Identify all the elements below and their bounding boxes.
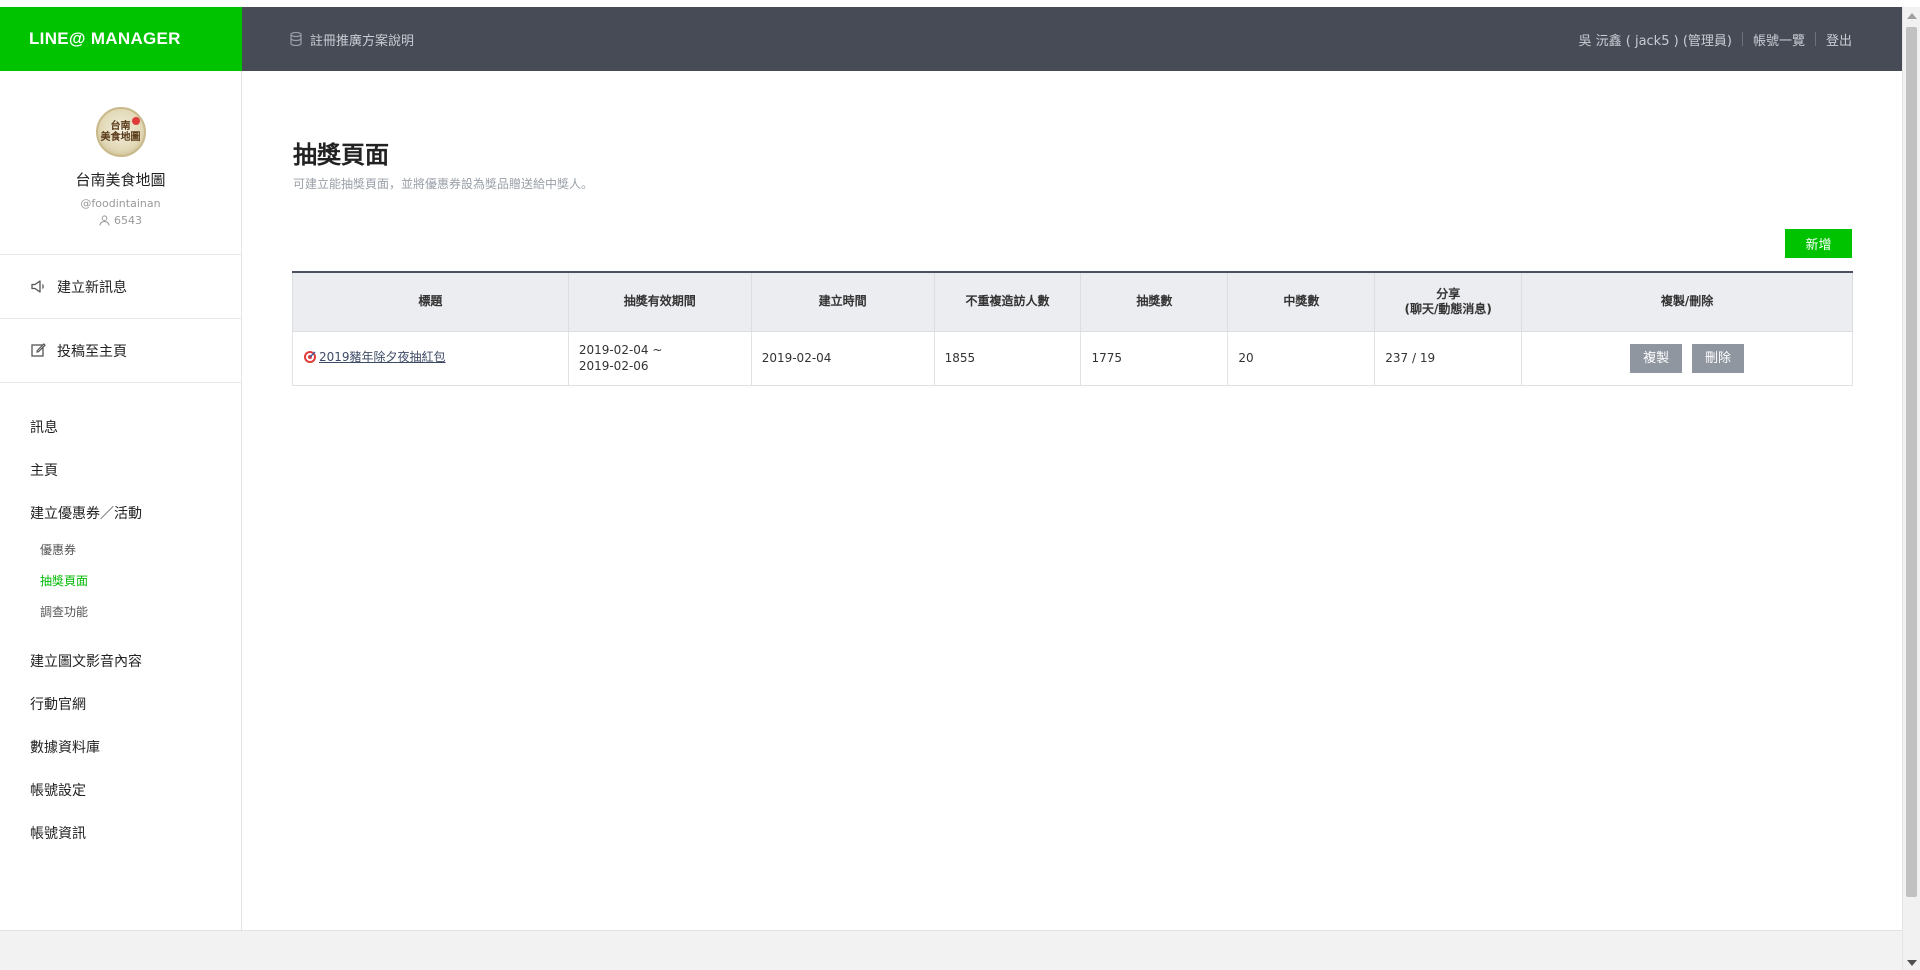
table-header-row: 標題 抽獎有效期間 建立時間 不重複造訪人數 抽獎數 中獎數 分享 (聊天/動態… <box>292 271 1853 332</box>
megaphone-icon <box>31 280 44 293</box>
post-to-home-label: 投稿至主頁 <box>57 343 127 360</box>
sidebar-item-rich-content[interactable]: 建立圖文影音內容 <box>0 639 241 682</box>
header-user-area: 吳 沅鑫 ( jack5 ) (管理員) 帳號一覽 登出 <box>1578 30 1852 49</box>
account-profile: 台南 美食地圖 台南美食地圖 @foodintainan 6543 <box>0 71 241 255</box>
post-to-home-button[interactable]: 投稿至主頁 <box>0 319 241 383</box>
cell-visitors: 1855 <box>933 330 1082 386</box>
avatar-text-top: 台南 <box>110 121 131 132</box>
cell-period: 2019-02-04 ~ 2019-02-06 <box>567 330 752 386</box>
sidebar-subitem-survey[interactable]: 調查功能 <box>0 596 241 627</box>
app-logo: LINE@ MANAGER <box>29 29 181 48</box>
column-header-period: 抽獎有效期間 <box>567 271 752 332</box>
friend-count: 6543 <box>99 214 142 227</box>
scroll-down-icon[interactable] <box>1907 960 1917 966</box>
sidebar-item-account-settings[interactable]: 帳號設定 <box>0 768 241 811</box>
new-message-button[interactable]: 建立新訊息 <box>0 255 241 319</box>
cell-draws: 1775 <box>1080 330 1229 386</box>
database-icon <box>290 32 302 46</box>
period-start: 2019-02-04 ~ <box>578 343 663 357</box>
sidebar-item-account-info[interactable]: 帳號資訊 <box>0 811 241 854</box>
add-button[interactable]: 新增 <box>1785 229 1852 258</box>
accounts-link[interactable]: 帳號一覽 <box>1753 30 1805 49</box>
scroll-thumb[interactable] <box>1906 27 1917 897</box>
table-row: 2019豬年除夕夜抽紅包 2019-02-04 ~ 2019-02-06 201… <box>292 330 1853 386</box>
lottery-title-link[interactable]: 2019豬年除夕夜抽紅包 <box>303 349 446 365</box>
account-id: @foodintainan <box>80 197 161 210</box>
main-content: 抽獎頁面 可建立能抽獎頁面，並將優惠券設為獎品贈送給中獎人。 新增 標題 抽獎有… <box>242 71 1902 930</box>
logout-link[interactable]: 登出 <box>1826 30 1852 49</box>
period-end: 2019-02-06 <box>578 359 649 373</box>
promo-link-label: 註冊推廣方案說明 <box>310 33 415 49</box>
cell-share: 237 / 19 <box>1374 330 1523 386</box>
promo-link[interactable]: 註冊推廣方案說明 <box>290 30 414 49</box>
footer-strip <box>0 930 1902 970</box>
lottery-title-text: 2019豬年除夕夜抽紅包 <box>319 349 446 364</box>
column-header-copy-delete: 複製/刪除 <box>1521 271 1853 332</box>
person-icon <box>99 215 110 226</box>
column-header-share: 分享 (聊天/動態消息) <box>1374 271 1523 332</box>
sidebar-subitem-coupon[interactable]: 優惠券 <box>0 534 241 565</box>
cell-winners: 20 <box>1227 330 1376 386</box>
cell-title: 2019豬年除夕夜抽紅包 <box>292 330 569 386</box>
page-title: 抽獎頁面 <box>293 141 389 169</box>
avatar-text-bottom: 美食地圖 <box>100 132 141 143</box>
delete-button[interactable]: 刪除 <box>1692 343 1744 373</box>
column-header-draws: 抽獎數 <box>1080 271 1229 332</box>
sidebar-item-coupons-events[interactable]: 建立優惠券／活動 <box>0 491 241 534</box>
edit-icon <box>31 343 46 357</box>
avatar[interactable]: 台南 美食地圖 <box>95 107 146 157</box>
page-description: 可建立能抽獎頁面，並將優惠券設為獎品贈送給中獎人。 <box>293 177 594 191</box>
sidebar-item-messages[interactable]: 訊息 <box>0 405 241 448</box>
top-header: 註冊推廣方案說明 吳 沅鑫 ( jack5 ) (管理員) 帳號一覽 登出 <box>242 7 1902 71</box>
sidebar: 台南 美食地圖 台南美食地圖 @foodintainan 6543 建立新訊息 … <box>0 71 242 930</box>
column-header-title: 標題 <box>292 271 569 332</box>
cell-actions: 複製 刪除 <box>1521 330 1853 386</box>
sidebar-item-mobile-site[interactable]: 行動官網 <box>0 682 241 725</box>
window-top-strip <box>0 0 1902 7</box>
new-message-label: 建立新訊息 <box>57 279 127 296</box>
copy-button[interactable]: 複製 <box>1630 343 1683 373</box>
cell-created: 2019-02-04 <box>750 330 935 386</box>
sidebar-subitem-lottery[interactable]: 抽獎頁面 <box>0 565 241 596</box>
share-header-line1: 分享 <box>1436 286 1461 301</box>
sidebar-item-data-library[interactable]: 數據資料庫 <box>0 725 241 768</box>
column-header-visitors: 不重複造訪人數 <box>933 271 1082 332</box>
logo-bar[interactable]: LINE@ MANAGER <box>0 7 242 71</box>
share-header-line2: (聊天/動態消息) <box>1404 301 1492 316</box>
target-icon <box>304 350 316 363</box>
sidebar-item-home[interactable]: 主頁 <box>0 448 241 491</box>
current-user[interactable]: 吳 沅鑫 ( jack5 ) (管理員) <box>1578 30 1731 49</box>
account-name: 台南美食地圖 <box>75 171 166 189</box>
map-pin-icon <box>131 117 140 125</box>
page-scrollbar[interactable] <box>1902 7 1920 970</box>
column-header-created: 建立時間 <box>750 271 935 332</box>
sidebar-nav: 訊息 主頁 建立優惠券／活動 優惠券 抽獎頁面 調查功能 建立圖文影音內容 行動… <box>0 383 241 854</box>
header-divider <box>1814 32 1816 46</box>
column-header-winners: 中獎數 <box>1227 271 1376 332</box>
scroll-up-icon[interactable] <box>1907 13 1917 19</box>
lottery-table: 標題 抽獎有效期間 建立時間 不重複造訪人數 抽獎數 中獎數 分享 (聊天/動態… <box>292 271 1853 386</box>
header-divider <box>1741 32 1743 46</box>
friend-count-value: 6543 <box>114 214 142 227</box>
